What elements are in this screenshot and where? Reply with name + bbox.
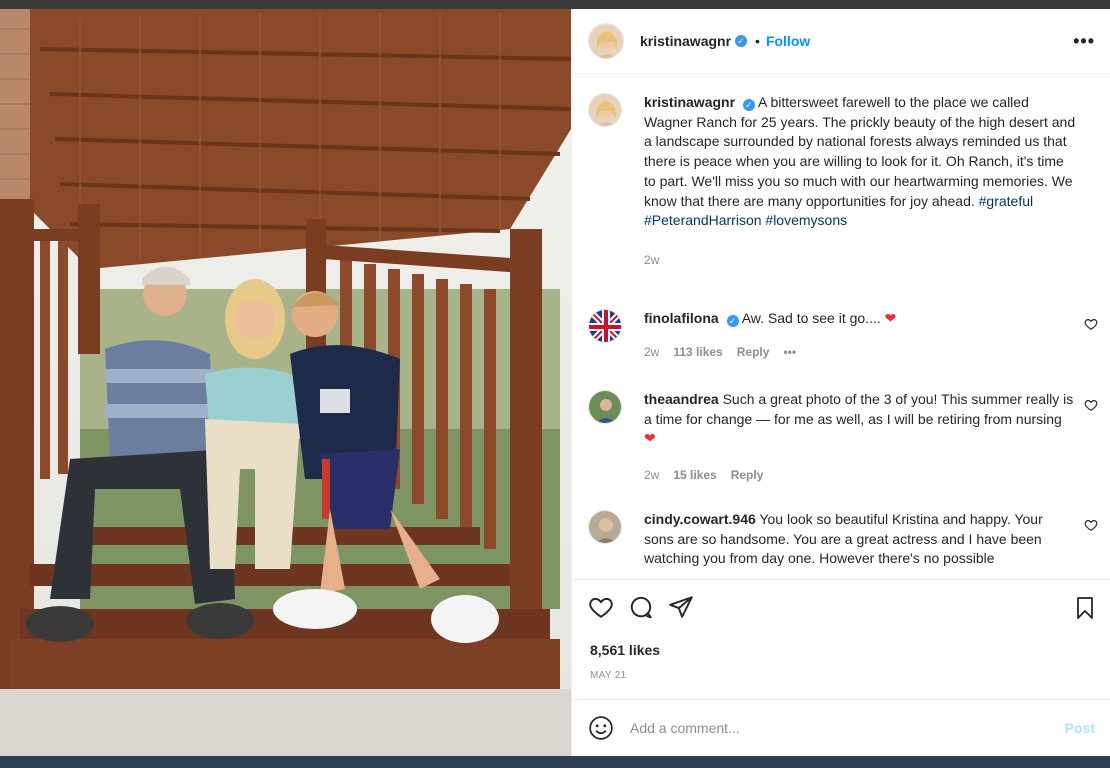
commenter-avatar[interactable]: [588, 309, 622, 343]
browser-bottom-strip: [0, 756, 1110, 768]
red-heart-emoji: ❤: [884, 310, 897, 326]
separator-dot: •: [755, 33, 760, 49]
comment-text: Aw. Sad to see it go....: [741, 310, 881, 326]
post-date[interactable]: MAY 21: [590, 670, 626, 681]
comment-time[interactable]: 2w: [644, 343, 659, 363]
comment-likes[interactable]: 15 likes: [673, 466, 716, 486]
comment-item: cindy.cowart.946 You look so beautiful K…: [588, 510, 1098, 579]
action-icons: [588, 594, 694, 620]
browser-top-strip: [0, 0, 1110, 9]
verified-badge-icon: ✓: [726, 315, 739, 327]
add-comment-bar: Post: [572, 699, 1110, 756]
comment-body: finolafilona ✓ Aw. Sad to see it go.... …: [644, 309, 1076, 362]
author-username[interactable]: kristinawagnr: [640, 33, 731, 49]
heart-icon[interactable]: [1084, 317, 1098, 331]
post-sidebar: kristinawagnr ✓ • Follow ••• kristinawag…: [571, 9, 1110, 756]
comment-likes[interactable]: 113 likes: [673, 343, 722, 363]
hashtag-lovemysons[interactable]: #lovemysons: [765, 212, 847, 228]
caption-text: A bittersweet farewell to the place we c…: [644, 94, 1076, 209]
commenter-avatar[interactable]: [588, 510, 622, 544]
comments-list[interactable]: kristinawagnr ✓ A bittersweet farewell t…: [572, 75, 1110, 579]
caption: kristinawagnr ✓ A bittersweet farewell t…: [588, 93, 1098, 293]
comment-item: finolafilona ✓ Aw. Sad to see it go.... …: [588, 309, 1098, 369]
comment-body: cindy.cowart.946 You look so beautiful K…: [644, 510, 1076, 569]
comment-more-icon[interactable]: •••: [783, 343, 796, 363]
more-options-icon[interactable]: •••: [1073, 31, 1095, 52]
comment-body: theaandrea Such a great photo of the 3 o…: [644, 390, 1076, 486]
comment-username[interactable]: theaandrea: [644, 391, 719, 407]
comment-icon[interactable]: [628, 594, 654, 620]
comment-item: theaandrea Such a great photo of the 3 o…: [588, 390, 1098, 490]
comment-username[interactable]: finolafilona: [644, 310, 719, 326]
author-avatar[interactable]: [588, 23, 624, 59]
red-heart-emoji: ❤: [644, 430, 656, 447]
hashtag-grateful[interactable]: #grateful: [979, 193, 1033, 209]
comment-meta: 2w 113 likes Reply •••: [644, 343, 1076, 363]
follow-button[interactable]: Follow: [766, 33, 810, 49]
caption-meta: 2w: [644, 251, 1076, 271]
heart-icon[interactable]: [1084, 398, 1098, 412]
verified-badge-icon: ✓: [735, 35, 748, 47]
paper-plane-icon[interactable]: [668, 594, 694, 620]
likes-count[interactable]: 8,561 likes: [590, 642, 660, 658]
caption-body: kristinawagnr ✓ A bittersweet farewell t…: [644, 93, 1076, 271]
reply-button[interactable]: Reply: [737, 343, 770, 363]
bookmark-icon[interactable]: [1073, 596, 1097, 620]
post-actions: 8,561 likes MAY 21: [572, 579, 1110, 699]
post-header: kristinawagnr ✓ • Follow •••: [572, 9, 1110, 74]
hashtag-peterandharrison[interactable]: #PeterandHarrison: [644, 212, 762, 228]
comment-meta: 2w 15 likes Reply: [644, 466, 1076, 486]
comment-time[interactable]: 2w: [644, 466, 659, 486]
reply-button[interactable]: Reply: [731, 466, 764, 486]
verified-badge-icon: ✓: [742, 99, 755, 111]
caption-username[interactable]: kristinawagnr: [644, 94, 735, 110]
heart-icon[interactable]: [588, 594, 614, 620]
heart-icon[interactable]: [1084, 518, 1098, 532]
smiley-icon[interactable]: [588, 715, 614, 741]
commenter-avatar[interactable]: [588, 390, 622, 424]
comment-username[interactable]: cindy.cowart.946: [644, 511, 756, 527]
post-comment-button[interactable]: Post: [1065, 720, 1095, 736]
post-photo[interactable]: [0, 9, 571, 756]
caption-time[interactable]: 2w: [644, 251, 659, 271]
caption-avatar[interactable]: [588, 93, 622, 127]
comment-input[interactable]: [630, 720, 1065, 736]
